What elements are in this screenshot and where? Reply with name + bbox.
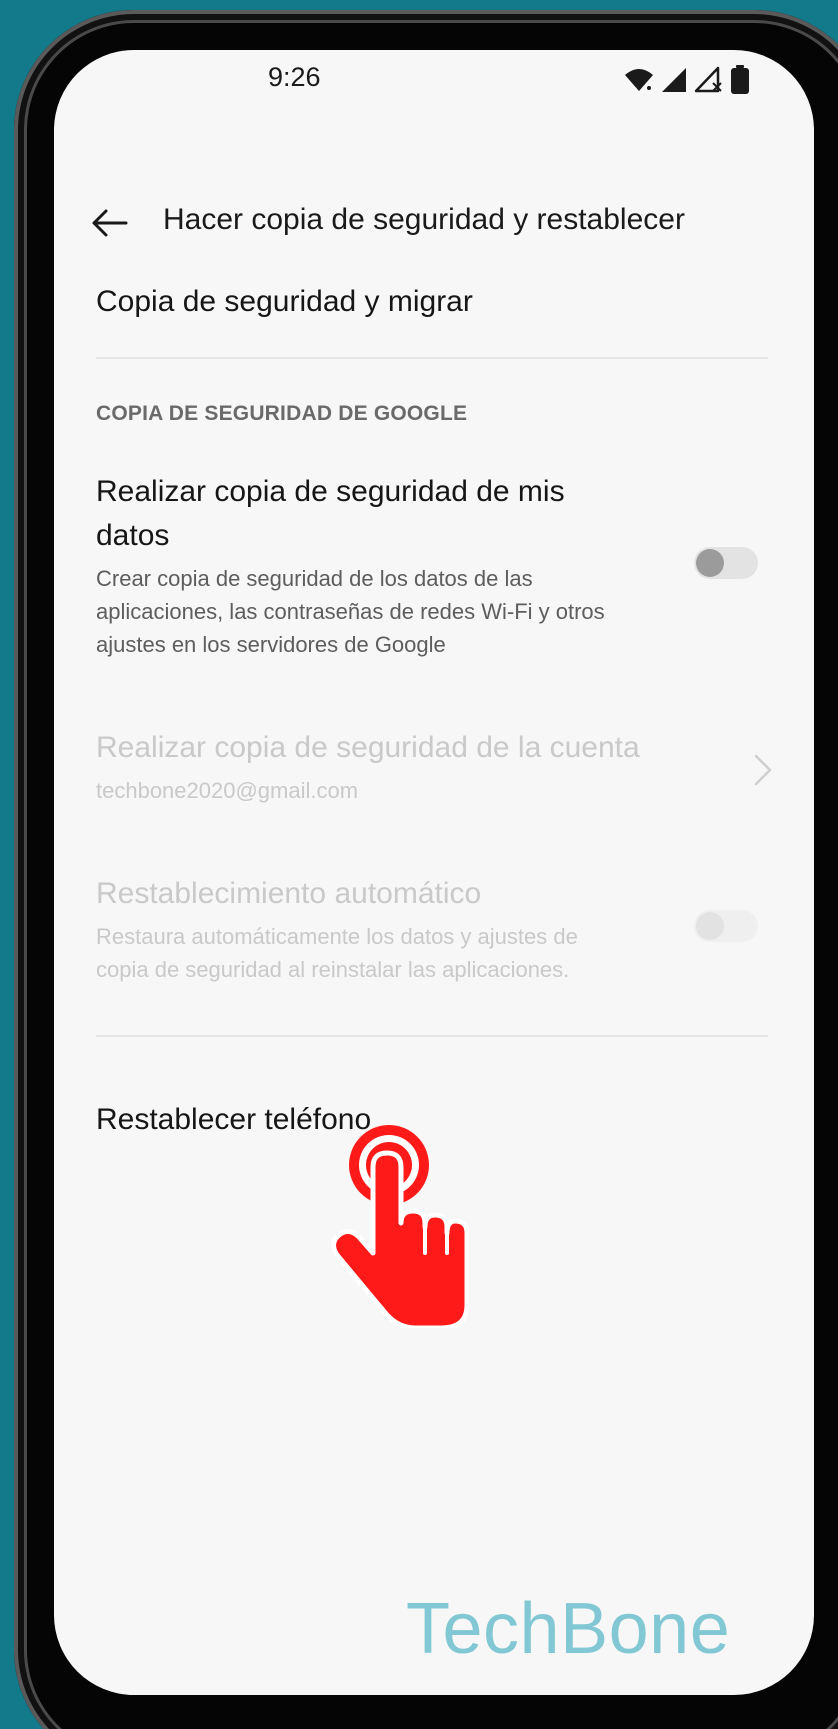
backup-data-toggle[interactable]: [694, 547, 758, 579]
auto-restore-sub-line1: Restaura automáticamente los datos y aju…: [96, 924, 578, 949]
auto-restore-title: Restablecimiento automático: [96, 877, 482, 910]
tap-hand-icon: [329, 1123, 470, 1331]
signal-no-service-icon: [694, 66, 724, 94]
backup-data-title-line2: datos: [96, 519, 170, 552]
google-backup-section-header: COPIA DE SEGURIDAD DE GOOGLE: [96, 402, 468, 425]
page-title: Hacer copia de seguridad y restablecer: [163, 203, 685, 236]
status-time: 9:26: [268, 62, 321, 92]
status-bar: 9:26: [54, 50, 814, 130]
chevron-right-icon: [752, 750, 774, 790]
backup-account-email: techbone2020@gmail.com: [96, 778, 359, 803]
battery-icon: [730, 65, 750, 95]
phone-screen: 9:26 Hacer copia de seguridad y restable…: [54, 50, 814, 1695]
backup-data-title-line1: Realizar copia de seguridad de mis: [96, 475, 565, 508]
backup-data-sub-line1: Crear copia de seguridad de los datos de…: [96, 566, 533, 591]
divider: [96, 1035, 768, 1037]
techbone-watermark: TechBone: [406, 1589, 731, 1669]
app-bar: Hacer copia de seguridad y restablecer: [54, 195, 814, 255]
backup-data-sub-line3: ajustes en los servidores de Google: [96, 632, 446, 657]
status-icons: [624, 62, 750, 98]
auto-restore-toggle: [694, 910, 758, 942]
auto-restore-sub-line2: copia de seguridad al reinstalar las apl…: [96, 957, 570, 982]
toggle-knob: [696, 549, 724, 577]
toggle-knob: [696, 912, 724, 940]
backup-account-title: Realizar copia de seguridad de la cuenta: [96, 731, 640, 764]
signal-icon: [660, 67, 688, 93]
wifi-icon: [624, 67, 654, 93]
backup-migrate-label: Copia de seguridad y migrar: [96, 285, 473, 318]
arrow-left-icon[interactable]: [90, 203, 130, 243]
divider: [96, 357, 768, 359]
backup-data-sub-line2: aplicaciones, las contraseñas de redes W…: [96, 599, 605, 624]
